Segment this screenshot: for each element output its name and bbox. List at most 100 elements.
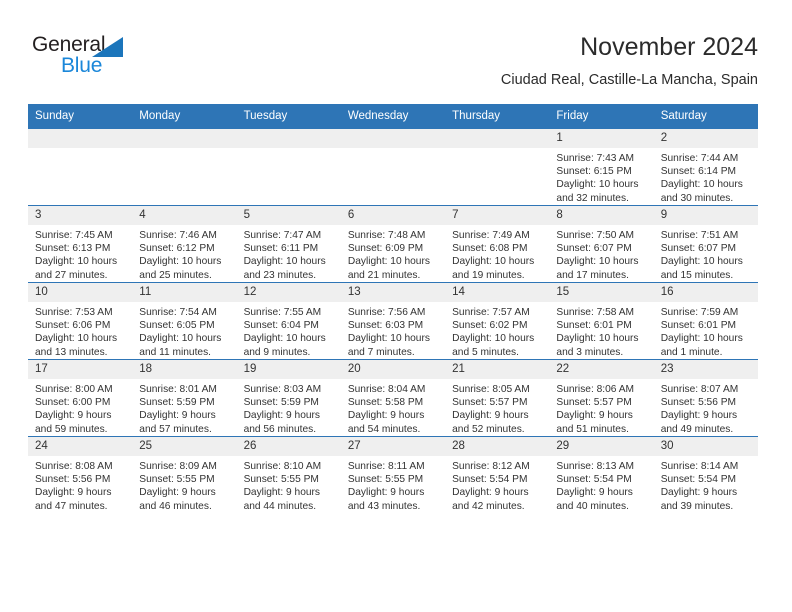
daylight-text-line2: and 30 minutes. [660,192,734,204]
sunset-text: Sunset: 6:04 PM [243,320,319,332]
generalblue-logo[interactable]: General Blue [32,33,152,79]
weekday-header-thursday: Thursday [445,104,550,129]
calendar-day-cell[interactable]: 4 Sunrise: 7:46 AM Sunset: 6:12 PM Daylight… [132,205,237,283]
calendar-day-cell[interactable]: 30 Sunrise: 8:14 AM Sunset: 5:54 PM Dayligh… [653,436,758,513]
day-number: 22 [549,360,654,379]
calendar-day-cell[interactable]: 7 Sunrise: 7:49 AM Sunset: 6:08 PM Daylight… [445,205,550,283]
day-number: 20 [340,360,446,379]
calendar-cell-empty [340,128,446,206]
daylight-text-line2: and 19 minutes. [452,269,525,281]
daylight-text-line1: Daylight: 9 hours [556,487,633,499]
day-details: Sunrise: 8:10 AM Sunset: 5:55 PM Daylight:… [237,456,341,513]
daylight-text-line1: Daylight: 9 hours [660,487,738,499]
sunset-text: Sunset: 5:56 PM [35,474,111,486]
day-number: 27 [340,437,446,456]
sunset-text: Sunset: 5:55 PM [347,474,424,486]
calendar-day-cell[interactable]: 23 Sunrise: 8:07 AM Sunset: 5:56 PM Dayligh… [653,359,758,437]
calendar-day-cell[interactable]: 17 Sunrise: 8:00 AM Sunset: 6:00 PM Dayligh… [28,359,133,437]
day-number: 11 [132,283,237,302]
day-details: Sunrise: 7:47 AM Sunset: 6:11 PM Daylight:… [237,225,341,282]
calendar-day-cell[interactable]: 6 Sunrise: 7:48 AM Sunset: 6:09 PM Daylight… [340,205,446,283]
day-details: Sunrise: 8:04 AM Sunset: 5:58 PM Daylight:… [341,379,445,436]
day-details: Sunrise: 7:58 AM Sunset: 6:01 PM Daylight:… [549,302,653,359]
calendar-day-cell[interactable]: 22 Sunrise: 8:06 AM Sunset: 5:57 PM Dayligh… [549,359,654,437]
day-details: Sunrise: 7:49 AM Sunset: 6:08 PM Daylight:… [445,225,549,282]
day-number: 30 [653,437,758,456]
sunrise-text: Sunrise: 7:53 AM [35,307,113,318]
day-details: Sunrise: 8:07 AM Sunset: 5:56 PM Daylight:… [654,379,758,436]
calendar-day-cell[interactable]: 20 Sunrise: 8:04 AM Sunset: 5:58 PM Dayligh… [340,359,446,437]
sunrise-text: Sunrise: 8:06 AM [556,384,634,395]
sunrise-text: Sunrise: 8:13 AM [556,461,634,472]
daylight-text-line2: and 7 minutes. [347,346,415,358]
day-details: Sunrise: 8:13 AM Sunset: 5:54 PM Daylight:… [549,456,653,513]
day-number: 1 [549,129,654,148]
sunrise-text: Sunrise: 7:43 AM [556,153,634,164]
day-details: Sunrise: 7:48 AM Sunset: 6:09 PM Daylight:… [341,225,445,282]
sunset-text: Sunset: 5:56 PM [660,397,737,409]
daylight-text-line2: and 32 minutes. [556,192,629,204]
day-number [236,129,341,148]
daylight-text-line1: Daylight: 10 hours [660,333,743,345]
daylight-text-line2: and 11 minutes. [139,346,212,358]
calendar-day-cell[interactable]: 29 Sunrise: 8:13 AM Sunset: 5:54 PM Dayligh… [549,436,654,513]
sunset-text: Sunset: 6:05 PM [139,320,215,332]
daylight-text-line1: Daylight: 9 hours [139,487,216,499]
calendar-day-cell[interactable]: 1 Sunrise: 7:43 AM Sunset: 6:15 PM Daylight… [549,128,654,206]
calendar-day-cell[interactable]: 21 Sunrise: 8:05 AM Sunset: 5:57 PM Dayligh… [445,359,550,437]
weekday-header-row: Sunday Monday Tuesday Wednesday Thursday… [28,104,758,129]
sunset-text: Sunset: 6:14 PM [660,166,737,178]
weekday-header-sunday: Sunday [28,104,133,129]
sunrise-text: Sunrise: 8:10 AM [243,461,322,472]
calendar-day-cell[interactable]: 16 Sunrise: 7:59 AM Sunset: 6:01 PM Dayligh… [653,282,758,360]
calendar-day-cell[interactable]: 5 Sunrise: 7:47 AM Sunset: 6:11 PM Daylight… [236,205,341,283]
calendar-day-cell[interactable]: 28 Sunrise: 8:12 AM Sunset: 5:54 PM Dayligh… [445,436,550,513]
day-details: Sunrise: 8:14 AM Sunset: 5:54 PM Daylight:… [654,456,758,513]
calendar-day-cell[interactable]: 18 Sunrise: 8:01 AM Sunset: 5:59 PM Dayligh… [132,359,237,437]
day-details: Sunrise: 7:59 AM Sunset: 6:01 PM Daylight:… [654,302,758,359]
calendar-page: General Blue November 2024 Ciudad Real, … [0,0,792,612]
calendar-day-cell[interactable]: 12 Sunrise: 7:55 AM Sunset: 6:04 PM Dayligh… [236,282,341,360]
day-number: 28 [445,437,550,456]
calendar-day-cell[interactable]: 13 Sunrise: 7:56 AM Sunset: 6:03 PM Dayligh… [340,282,446,360]
day-details: Sunrise: 8:08 AM Sunset: 5:56 PM Daylight:… [28,456,132,513]
calendar-day-cell[interactable]: 19 Sunrise: 8:03 AM Sunset: 5:59 PM Dayligh… [236,359,341,437]
calendar-day-cell[interactable]: 3 Sunrise: 7:45 AM Sunset: 6:13 PM Daylight… [28,205,133,283]
sunset-text: Sunset: 5:54 PM [452,474,528,486]
day-number [132,129,237,148]
calendar-day-cell[interactable]: 26 Sunrise: 8:10 AM Sunset: 5:55 PM Dayligh… [236,436,341,513]
daylight-text-line1: Daylight: 9 hours [243,487,321,499]
day-details: Sunrise: 7:51 AM Sunset: 6:07 PM Daylight:… [654,225,758,282]
daylight-text-line2: and 39 minutes. [660,500,734,512]
sunrise-text: Sunrise: 7:48 AM [347,230,426,241]
day-number: 7 [445,206,550,225]
sunrise-text: Sunrise: 7:56 AM [347,307,426,318]
calendar-day-cell[interactable]: 9 Sunrise: 7:51 AM Sunset: 6:07 PM Daylight… [653,205,758,283]
calendar-day-cell[interactable]: 24 Sunrise: 8:08 AM Sunset: 5:56 PM Dayligh… [28,436,133,513]
calendar-day-cell[interactable]: 15 Sunrise: 7:58 AM Sunset: 6:01 PM Dayligh… [549,282,654,360]
sunrise-text: Sunrise: 8:01 AM [139,384,217,395]
sunrise-text: Sunrise: 7:54 AM [139,307,217,318]
calendar-day-cell[interactable]: 25 Sunrise: 8:09 AM Sunset: 5:55 PM Dayligh… [132,436,237,513]
calendar-day-cell[interactable]: 2 Sunrise: 7:44 AM Sunset: 6:14 PM Daylight… [653,128,758,206]
sunrise-text: Sunrise: 8:11 AM [347,461,425,472]
calendar-day-cell[interactable]: 11 Sunrise: 7:54 AM Sunset: 6:05 PM Dayligh… [132,282,237,360]
daylight-text-line2: and 43 minutes. [347,500,421,512]
daylight-text-line2: and 9 minutes. [243,346,311,358]
calendar-day-cell[interactable]: 10 Sunrise: 7:53 AM Sunset: 6:06 PM Dayligh… [28,282,133,360]
daylight-text-line2: and 15 minutes. [660,269,734,281]
daylight-text-line2: and 23 minutes. [243,269,317,281]
daylight-text-line2: and 40 minutes. [556,500,629,512]
day-number: 16 [653,283,758,302]
daylight-text-line2: and 57 minutes. [139,423,212,435]
daylight-text-line2: and 56 minutes. [243,423,317,435]
daylight-text-line1: Daylight: 10 hours [35,256,118,268]
day-details: Sunrise: 7:57 AM Sunset: 6:02 PM Daylight:… [445,302,549,359]
calendar-day-cell[interactable]: 27 Sunrise: 8:11 AM Sunset: 5:55 PM Dayligh… [340,436,446,513]
sunset-text: Sunset: 6:11 PM [243,243,319,255]
calendar-day-cell[interactable]: 14 Sunrise: 7:57 AM Sunset: 6:02 PM Dayligh… [445,282,550,360]
day-number: 10 [28,283,133,302]
daylight-text-line1: Daylight: 9 hours [347,410,425,422]
calendar-week-row: 17 Sunrise: 8:00 AM Sunset: 6:00 PM Dayligh… [28,359,758,437]
calendar-day-cell[interactable]: 8 Sunrise: 7:50 AM Sunset: 6:07 PM Daylight… [549,205,654,283]
